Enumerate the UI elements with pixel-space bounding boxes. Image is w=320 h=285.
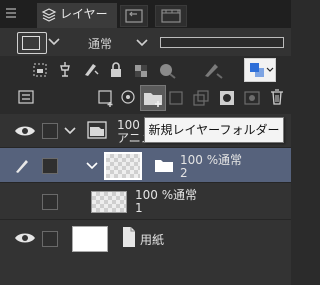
blend-mode-chevron-icon[interactable] [136, 38, 148, 48]
eye-icon[interactable] [14, 231, 36, 245]
layer-property-icon[interactable] [17, 88, 35, 106]
mask-apply-icon[interactable] [243, 89, 261, 107]
layer-thumbnail [104, 152, 142, 180]
layer-name: 2 [180, 166, 188, 180]
layer-thumbnail [91, 191, 127, 213]
animation-icon [156, 6, 186, 26]
layer-color-swatch-inner [22, 36, 40, 50]
tab-undo-history[interactable] [120, 5, 148, 27]
layer-name: 1 [135, 201, 143, 215]
expand-chevron-icon[interactable] [64, 126, 76, 136]
pen-icon [14, 158, 30, 174]
layer-row-paper[interactable]: 用紙 [0, 220, 291, 258]
clip-icon[interactable] [31, 61, 49, 79]
chevron-down-icon[interactable] [48, 37, 60, 47]
lock-transparent-icon[interactable] [132, 61, 150, 79]
copy-icon[interactable] [192, 89, 210, 107]
folder-icon [153, 156, 175, 174]
layer-check-box[interactable] [42, 194, 58, 210]
layer-check-box[interactable] [42, 231, 58, 247]
ruler-icon[interactable] [202, 61, 223, 79]
layer-row-folder-selected[interactable]: 100 % 通常 2 [0, 148, 291, 183]
layer-check-box[interactable] [42, 158, 58, 174]
menu-icon[interactable] [5, 7, 17, 19]
mask-create-icon[interactable] [218, 89, 236, 107]
new-folder-button[interactable] [140, 85, 166, 111]
animation-folder-icon [86, 120, 108, 140]
layer-check-box[interactable] [42, 123, 58, 139]
lock-icon[interactable] [107, 61, 125, 79]
new-raster-layer-icon[interactable] [96, 88, 114, 107]
tab-layers-label: レイヤー [60, 7, 108, 21]
blend-mode-select[interactable]: 通常 [88, 35, 112, 52]
layer-color-icon[interactable] [244, 58, 276, 82]
undo-history-icon [121, 6, 147, 26]
layer-thumbnail [72, 226, 108, 252]
opacity-slider[interactable] [160, 37, 284, 48]
layer-name: 用紙 [140, 233, 165, 247]
draft-icon[interactable] [82, 60, 100, 78]
new-folder-icon [141, 86, 165, 110]
eye-icon[interactable] [14, 124, 36, 138]
layer-row-raster-1[interactable]: 100 % 通常 1 [0, 183, 291, 220]
tab-animation[interactable] [155, 5, 187, 27]
layer-blend-mode: 通常 [218, 153, 243, 167]
expand-chevron-icon[interactable] [86, 161, 98, 171]
tooltip: 新規レイヤーフォルダー [144, 117, 284, 143]
reference-icon[interactable] [56, 60, 74, 78]
layer-blend-mode: 通常 [173, 188, 198, 202]
new-vector-layer-icon[interactable] [119, 88, 137, 106]
mask-icon[interactable] [157, 61, 176, 79]
paper-icon [121, 226, 137, 248]
merge-down-icon[interactable] [167, 89, 185, 107]
delete-icon[interactable] [268, 88, 286, 106]
layer-stack-icon [41, 7, 57, 23]
